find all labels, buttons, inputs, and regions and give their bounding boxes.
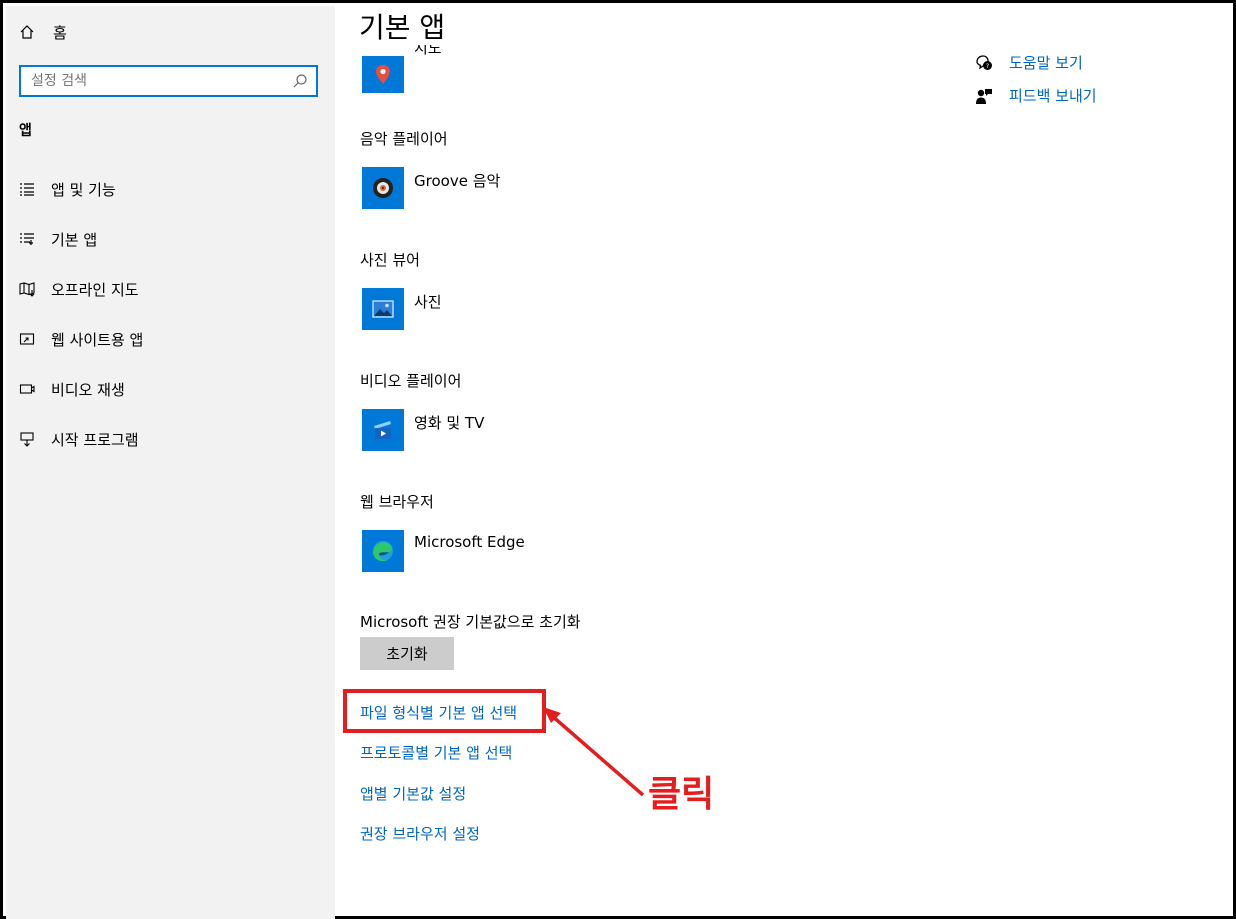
link-choose-by-protocol[interactable]: 프로토콜별 기본 앱 선택 <box>360 742 512 763</box>
category-heading-video: 비디오 플레이어 <box>360 372 462 390</box>
category-heading-music: 음악 플레이어 <box>360 130 448 148</box>
sidebar-item-label: 시작 프로그램 <box>51 430 139 449</box>
sidebar-item-offline-maps[interactable]: 오프라인 지도 <box>19 276 139 302</box>
sidebar-item-apps-features[interactable]: 앱 및 기능 <box>19 176 116 202</box>
home-label: 홈 <box>53 23 67 42</box>
groove-music-icon <box>373 178 393 198</box>
app-row-browser[interactable]: Microsoft Edge <box>362 530 525 572</box>
app-row-video[interactable]: 영화 및 TV <box>362 409 484 451</box>
app-name: 영화 및 TV <box>414 414 485 432</box>
list-icon <box>20 183 34 196</box>
home-icon <box>20 25 34 39</box>
app-name: Groove 음악 <box>414 172 501 190</box>
category-heading-browser: 웹 브라우저 <box>360 493 434 511</box>
default-apps-icon <box>20 233 34 245</box>
main-content: 기본 앱 지도 음악 플레이어 Groove 음악 사진 뷰어 사진 비디오 플… <box>335 6 1230 913</box>
app-name: 지도 <box>414 45 442 57</box>
sidebar-item-startup[interactable]: 시작 프로그램 <box>19 426 139 452</box>
svg-text:?: ? <box>986 62 989 70</box>
sidebar-item-default-apps[interactable]: 기본 앱 <box>19 226 97 252</box>
sidebar-item-label: 오프라인 지도 <box>51 280 139 299</box>
feedback-link[interactable]: 피드백 보내기 <box>975 85 1097 106</box>
video-playback-icon <box>19 384 35 394</box>
app-row-music[interactable]: Groove 음악 <box>362 167 500 209</box>
search-box[interactable] <box>19 65 318 97</box>
groove-app-tile <box>362 167 404 209</box>
reset-label: Microsoft 권장 기본값으로 초기화 <box>360 613 581 631</box>
nav-home[interactable]: 홈 <box>19 20 67 44</box>
app-row-maps[interactable]: 지도 <box>362 45 442 93</box>
sidebar: 홈 앱 앱 및 기능 기본 앱 오프라인 지도 웹 사이트용 앱 비디오 재생 <box>6 6 335 919</box>
search-icon <box>293 74 307 88</box>
maps-app-tile <box>362 56 404 93</box>
sidebar-item-web-apps[interactable]: 웹 사이트용 앱 <box>19 326 143 352</box>
section-label-apps: 앱 <box>19 123 32 139</box>
feedback-label: 피드백 보내기 <box>1009 87 1097 105</box>
sidebar-item-label: 비디오 재생 <box>51 380 125 399</box>
movies-app-tile <box>362 409 404 451</box>
help-icon: ? <box>976 54 992 70</box>
edge-icon <box>373 541 393 562</box>
help-link[interactable]: ? 도움말 보기 <box>975 52 1083 73</box>
map-pin-icon <box>376 64 390 84</box>
help-label: 도움말 보기 <box>1009 54 1083 72</box>
movies-tv-icon <box>374 421 391 439</box>
app-name: 사진 <box>414 293 442 311</box>
app-name: Microsoft Edge <box>414 533 525 551</box>
search-input[interactable] <box>31 73 292 89</box>
web-app-icon <box>19 333 35 345</box>
sidebar-item-video-playback[interactable]: 비디오 재생 <box>19 376 125 402</box>
category-heading-photos: 사진 뷰어 <box>360 251 420 269</box>
edge-app-tile <box>362 530 404 572</box>
page-title: 기본 앱 <box>359 11 446 44</box>
link-recommended-browser[interactable]: 권장 브라우저 설정 <box>360 823 480 844</box>
annotation-highlight-box <box>343 689 546 733</box>
startup-icon <box>20 432 34 447</box>
reset-button[interactable]: 초기화 <box>360 637 454 670</box>
offline-map-icon <box>19 282 35 297</box>
photos-icon <box>372 300 394 318</box>
sidebar-item-label: 기본 앱 <box>51 230 98 249</box>
feedback-icon <box>976 88 992 104</box>
window-frame: 홈 앱 앱 및 기능 기본 앱 오프라인 지도 웹 사이트용 앱 비디오 재생 <box>0 0 1236 919</box>
app-row-photos[interactable]: 사진 <box>362 288 442 330</box>
annotation-click-label: 클릭 <box>648 774 715 815</box>
annotation-arrow-icon <box>543 707 645 797</box>
sidebar-item-label: 웹 사이트용 앱 <box>51 330 144 349</box>
sidebar-item-label: 앱 및 기능 <box>51 180 116 199</box>
photos-app-tile <box>362 288 404 330</box>
link-set-defaults-by-app[interactable]: 앱별 기본값 설정 <box>360 783 466 804</box>
